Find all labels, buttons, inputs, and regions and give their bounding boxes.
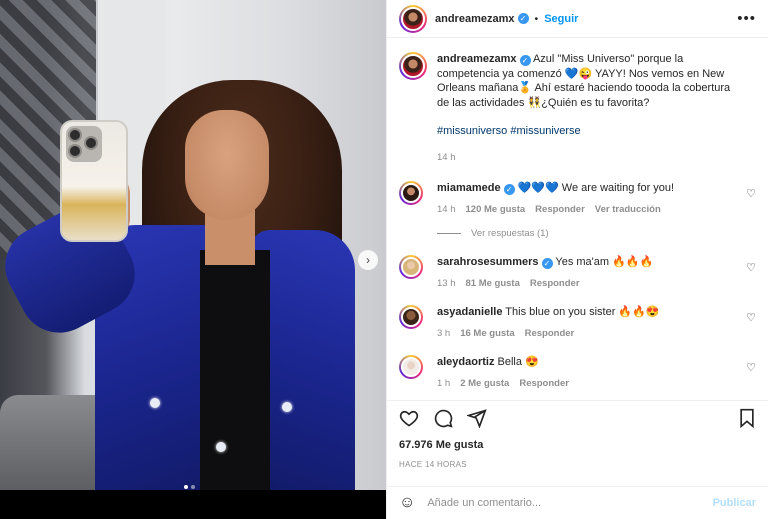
- comment-like-icon[interactable]: ♡: [746, 187, 756, 200]
- view-replies[interactable]: Ver respuestas (1): [437, 228, 756, 239]
- verified-badge-icon: ✓: [519, 55, 531, 66]
- verified-badge-icon: ✓: [503, 184, 515, 195]
- commenter-username[interactable]: miamamede: [437, 182, 501, 194]
- comment-item: miamamede ✓ 💙💙💙 We are waiting for you! 1…: [399, 181, 756, 215]
- phone: [60, 120, 128, 242]
- separator: •: [534, 12, 539, 25]
- jacket-button: [216, 442, 226, 452]
- commenter-username[interactable]: aleydaortiz: [437, 356, 494, 368]
- post-side-panel: andreamezamx ✓ • Seguir ••• andreamezamx…: [386, 0, 768, 519]
- translate-button[interactable]: Ver traducción: [595, 204, 661, 215]
- publish-button[interactable]: Publicar: [713, 497, 756, 509]
- post-actions: 67.976 Me gusta HACE 14 HORAS: [387, 400, 768, 490]
- jacket-button: [282, 402, 292, 412]
- comment-composer: ☺ Publicar: [387, 486, 768, 519]
- more-options-icon[interactable]: •••: [737, 10, 756, 27]
- comment-likes[interactable]: 2 Me gusta: [460, 378, 509, 389]
- commenter-avatar[interactable]: [399, 255, 423, 279]
- comment-item: asyadanielle This blue on you sister 🔥🔥😍…: [399, 305, 756, 339]
- comment-like-icon[interactable]: ♡: [746, 311, 756, 324]
- commenter-username[interactable]: asyadanielle: [437, 306, 502, 318]
- comment-likes[interactable]: 81 Me gusta: [466, 278, 520, 289]
- comment-item: aleydaortiz Bella 😍 1 h 2 Me gusta Respo…: [399, 355, 756, 389]
- author-avatar[interactable]: [399, 4, 427, 33]
- phone-camera: [66, 126, 102, 162]
- caption-username[interactable]: andreamezamx: [437, 53, 517, 65]
- post-date: HACE 14 HORAS: [399, 460, 467, 469]
- carousel-dot: [191, 485, 195, 489]
- black-top: [200, 250, 270, 490]
- verified-badge-icon: ✓: [541, 258, 553, 269]
- comment-like-icon[interactable]: ♡: [746, 361, 756, 374]
- post-header: andreamezamx ✓ • Seguir •••: [387, 0, 768, 38]
- emoji-icon[interactable]: ☺: [399, 494, 415, 512]
- comment-item: sarahrosesummers ✓ Yes ma'am 🔥🔥🔥 13 h 81 …: [399, 255, 756, 289]
- reply-button[interactable]: Responder: [525, 328, 575, 339]
- next-image-button[interactable]: ›: [358, 250, 378, 270]
- post-caption: andreamezamx ✓ Azul "Miss Universo" porqu…: [399, 52, 756, 165]
- commenter-avatar[interactable]: [399, 305, 423, 329]
- comment-time: 3 h: [437, 328, 451, 339]
- comment-time: 1 h: [437, 378, 451, 389]
- likes-count[interactable]: 67.976 Me gusta: [399, 439, 756, 451]
- comment-text: This blue on you sister 🔥🔥😍: [505, 306, 660, 318]
- post-photo[interactable]: ›: [0, 0, 386, 490]
- commenter-avatar[interactable]: [399, 181, 423, 205]
- comment-input[interactable]: [427, 497, 713, 509]
- heart-icon[interactable]: [399, 408, 419, 428]
- caption-time: 14 h: [437, 151, 456, 163]
- carousel-dots: [184, 485, 195, 489]
- verified-badge-icon: ✓: [517, 13, 529, 24]
- caption-avatar[interactable]: [399, 52, 427, 80]
- comment-text: Bella 😍: [497, 356, 539, 368]
- follow-button[interactable]: Seguir: [544, 13, 578, 25]
- reply-button[interactable]: Responder: [519, 378, 569, 389]
- bookmark-icon[interactable]: [738, 408, 756, 428]
- comment-like-icon[interactable]: ♡: [746, 261, 756, 274]
- face: [185, 110, 269, 220]
- comment-text: Yes ma'am 🔥🔥🔥: [555, 256, 654, 268]
- comment-likes[interactable]: 16 Me gusta: [460, 328, 514, 339]
- comment-likes[interactable]: 120 Me gusta: [466, 204, 526, 215]
- caption-hashtags[interactable]: #missuniverso #missuniverse: [437, 124, 737, 139]
- comment-time: 13 h: [437, 278, 456, 289]
- view-replies-label: Ver respuestas (1): [471, 228, 549, 239]
- comments-list[interactable]: andreamezamx ✓ Azul "Miss Universo" porqu…: [387, 38, 768, 400]
- comment-text: 💙💙💙 We are waiting for you!: [517, 182, 675, 194]
- carousel-dot: [184, 485, 188, 489]
- commenter-username[interactable]: sarahrosesummers: [437, 256, 539, 268]
- reply-button[interactable]: Responder: [535, 204, 585, 215]
- reply-button[interactable]: Responder: [530, 278, 580, 289]
- jacket-button: [150, 398, 160, 408]
- share-icon[interactable]: [467, 408, 487, 428]
- commenter-avatar[interactable]: [399, 355, 423, 379]
- author-username[interactable]: andreamezamx: [435, 13, 515, 25]
- comment-icon[interactable]: [433, 408, 453, 428]
- comment-time: 14 h: [437, 204, 456, 215]
